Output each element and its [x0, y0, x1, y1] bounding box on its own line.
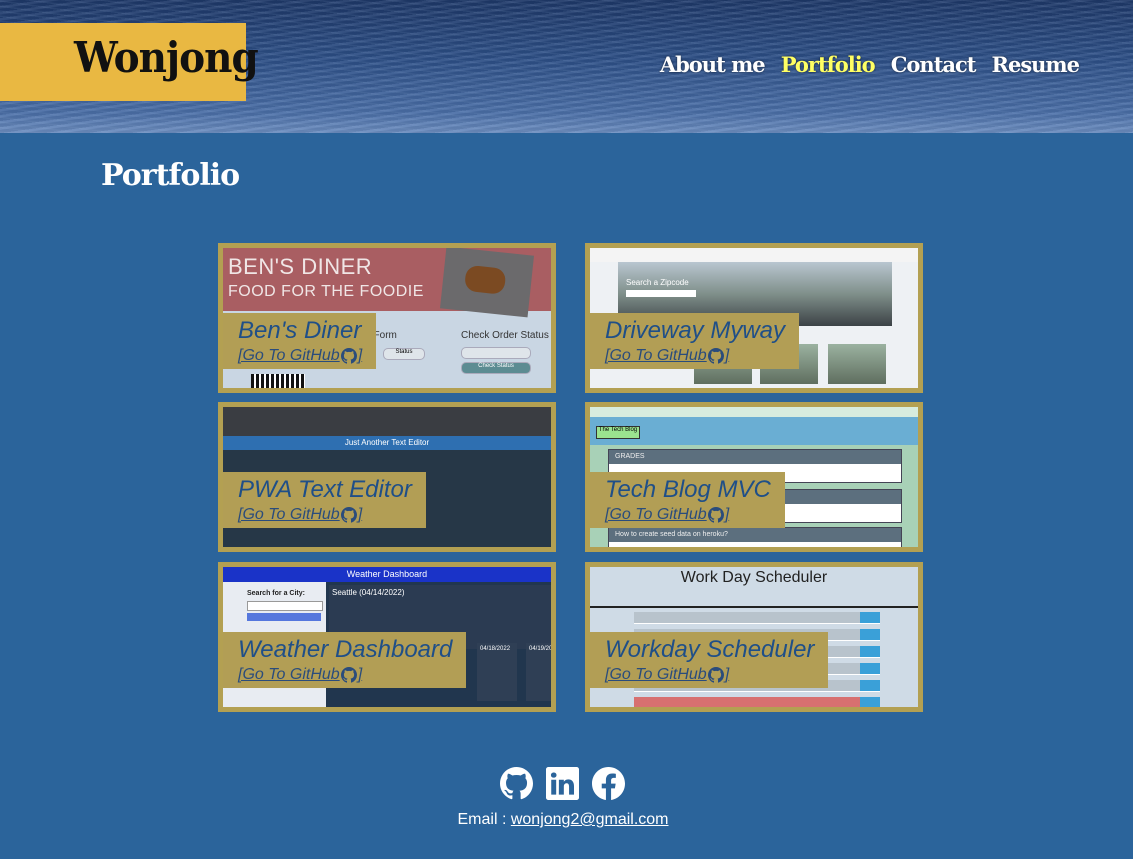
screenshot-text: Just Another Text Editor	[223, 436, 551, 450]
nav-about-me[interactable]: About me	[660, 52, 766, 77]
project-overlay: Driveway Myway [Go To GitHub ]	[590, 313, 800, 369]
project-title: PWA Text Editor	[238, 476, 412, 503]
project-overlay: Weather Dashboard [Go To GitHub ]	[223, 632, 467, 688]
screenshot-text: The Tech Blog	[596, 426, 640, 439]
screenshot-text: BEN'S DINER	[228, 254, 373, 279]
project-screenshot: BEN'S DINER FOOD FOR THE FOODIE in Form …	[223, 248, 551, 388]
github-link[interactable]: [Go To GitHub ]	[605, 346, 729, 366]
github-icon	[707, 348, 724, 364]
github-icon	[340, 348, 357, 364]
project-card-tech-blog-mvc[interactable]: The Tech Blog GRADES How to create seed …	[585, 402, 923, 552]
nav-resume[interactable]: Resume	[992, 52, 1080, 77]
project-title: Tech Blog MVC	[605, 476, 771, 503]
project-overlay: Tech Blog MVC [Go To GitHub ]	[590, 472, 785, 528]
github-link[interactable]: [Go To GitHub ]	[605, 505, 729, 525]
project-title: Workday Scheduler	[605, 636, 815, 663]
facebook-icon	[592, 767, 625, 800]
email-link[interactable]: wonjong2@gmail.com	[511, 811, 669, 828]
linkedin-icon	[546, 767, 579, 800]
project-title: Driveway Myway	[605, 317, 786, 344]
project-screenshot: Search a Zipcode Driveway Myway [Go To G…	[590, 248, 918, 388]
github-icon	[707, 507, 724, 523]
logo-text[interactable]: Wonjong	[74, 33, 259, 83]
nav-portfolio[interactable]: Portfolio	[781, 52, 876, 77]
screenshot-text: Weather Dashboard	[223, 567, 551, 582]
project-title: Ben's Diner	[238, 317, 362, 344]
github-icon	[340, 507, 357, 523]
linkedin-link-footer[interactable]	[546, 767, 579, 800]
burger-photo	[440, 248, 534, 318]
project-screenshot: The Tech Blog GRADES How to create seed …	[590, 407, 918, 547]
github-icon	[500, 767, 533, 800]
github-link[interactable]: [Go To GitHub ]	[605, 665, 729, 685]
project-card-weather-dashboard[interactable]: Weather Dashboard Search for a City: Sea…	[218, 562, 556, 712]
main-nav: About me Portfolio Contact Resume	[660, 52, 1080, 77]
project-screenshot: Just Another Text Editor PWA Text Editor…	[223, 407, 551, 547]
project-overlay: PWA Text Editor [Go To GitHub ]	[223, 472, 426, 528]
screenshot-text: Work Day Scheduler	[680, 569, 828, 586]
github-icon	[340, 667, 357, 683]
browser-chrome	[223, 407, 551, 436]
project-card-bens-diner[interactable]: BEN'S DINER FOOD FOR THE FOODIE in Form …	[218, 243, 556, 393]
screenshot-text: FOOD FOR THE FOODIE	[228, 283, 424, 300]
project-screenshot: Weather Dashboard Search for a City: Sea…	[223, 567, 551, 707]
page-title: Portfolio	[101, 158, 240, 193]
project-title: Weather Dashboard	[238, 636, 453, 663]
github-icon	[707, 667, 724, 683]
github-link-footer[interactable]	[500, 767, 533, 800]
social-links	[500, 767, 625, 800]
facebook-link-footer[interactable]	[592, 767, 625, 800]
project-card-pwa-text-editor[interactable]: Just Another Text Editor PWA Text Editor…	[218, 402, 556, 552]
nav-contact[interactable]: Contact	[891, 52, 977, 77]
github-link[interactable]: [Go To GitHub ]	[238, 346, 362, 366]
footer-email: Email : wonjong2@gmail.com	[457, 811, 669, 828]
qr-code	[251, 374, 305, 388]
project-overlay: Ben's Diner [Go To GitHub ]	[223, 313, 377, 369]
github-link[interactable]: [Go To GitHub ]	[238, 665, 362, 685]
github-link[interactable]: [Go To GitHub ]	[238, 505, 362, 525]
project-screenshot: Work Day Scheduler Workday Scheduler [Go…	[590, 567, 918, 707]
project-overlay: Workday Scheduler [Go To GitHub ]	[590, 632, 829, 688]
project-card-driveway-myway[interactable]: Search a Zipcode Driveway Myway [Go To G…	[585, 243, 923, 393]
project-card-workday-scheduler[interactable]: Work Day Scheduler Workday Scheduler [Go…	[585, 562, 923, 712]
